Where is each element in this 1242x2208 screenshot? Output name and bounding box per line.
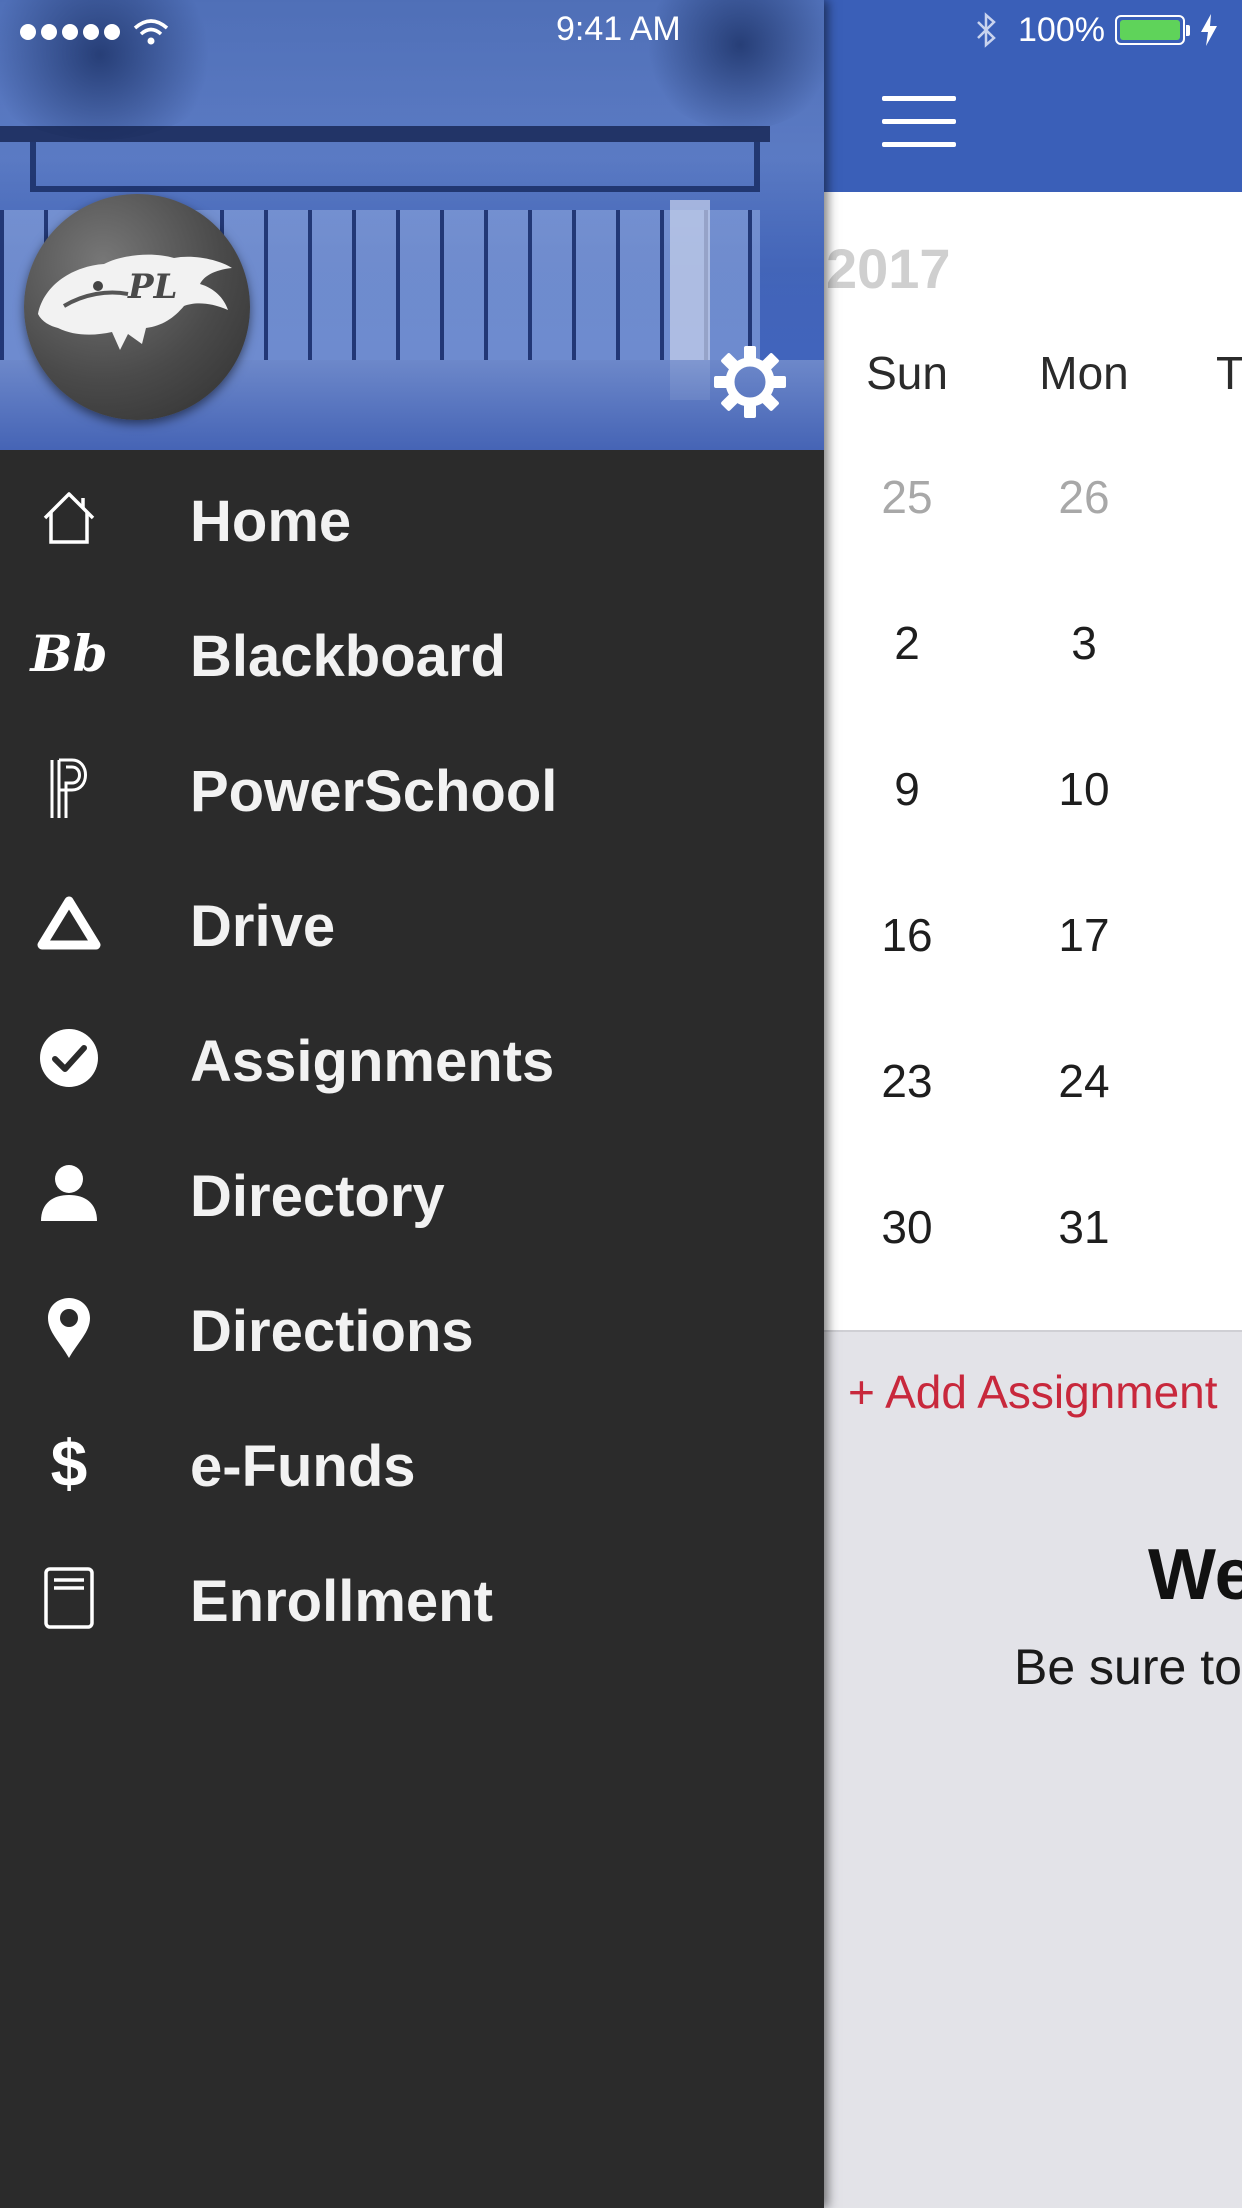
calendar-day[interactable]: 16	[824, 908, 992, 962]
home-icon	[30, 486, 108, 550]
drawer-menu: Home Bb Blackboard PowerSchool Drive Ass…	[0, 450, 824, 1665]
status-bar-left	[20, 12, 169, 52]
charging-bolt-icon	[1200, 14, 1217, 46]
calendar-day[interactable]: 25	[824, 470, 992, 524]
book-icon	[30, 1566, 108, 1630]
calendar-day[interactable]: 23	[824, 1054, 992, 1108]
menu-item-label: Home	[190, 489, 352, 554]
calendar-day[interactable]: 24	[999, 1054, 1169, 1108]
welcome-subtitle: Be sure to	[1014, 1639, 1242, 1695]
menu-item-drive[interactable]: Drive	[0, 855, 824, 990]
calendar-day[interactable]: 30	[824, 1200, 992, 1254]
svg-text:PL: PL	[127, 267, 177, 307]
calendar-year: 2017	[826, 237, 951, 300]
drive-icon	[30, 891, 108, 955]
hamburger-menu-icon[interactable]	[882, 96, 956, 148]
menu-item-label: Enrollment	[190, 1569, 493, 1634]
powerschool-icon	[30, 756, 108, 820]
menu-item-label: Directions	[190, 1299, 474, 1364]
navigation-drawer: 9:41 AM PL Home Bb Blackboard PowerSchoo…	[0, 0, 824, 2208]
menu-item-label: e-Funds	[190, 1434, 416, 1499]
calendar-day[interactable]: 10	[999, 762, 1169, 816]
menu-item-label: Directory	[190, 1164, 445, 1229]
calendar-day[interactable]: 31	[999, 1200, 1169, 1254]
school-logo: PL	[24, 194, 250, 420]
dollar-icon: $	[50, 1426, 88, 1500]
menu-item-label: Assignments	[190, 1029, 555, 1094]
calendar-day[interactable]: 26	[999, 470, 1169, 524]
menu-item-directory[interactable]: Directory	[0, 1125, 824, 1260]
welcome-title: We	[1148, 1535, 1242, 1615]
map-pin-icon	[30, 1296, 108, 1360]
battery-percentage: 100%	[1018, 10, 1105, 49]
wifi-icon	[133, 19, 169, 45]
menu-item-blackboard[interactable]: Bb Blackboard	[0, 585, 824, 720]
weekday-header: Sun	[866, 347, 948, 399]
calendar-day[interactable]: 9	[824, 762, 992, 816]
calendar: 2017 Sun Mon T 25 26 2 3 9 10 16 17 23 2…	[824, 192, 1242, 1332]
calendar-divider	[824, 1330, 1242, 1332]
battery-icon	[1114, 15, 1190, 45]
menu-item-label: PowerSchool	[190, 759, 558, 824]
status-time: 9:41 AM	[556, 10, 681, 48]
bluetooth-icon	[977, 12, 996, 48]
menu-item-enrollment[interactable]: Enrollment	[0, 1530, 824, 1665]
calendar-day[interactable]: 2	[824, 616, 992, 670]
weekday-header: Mon	[1039, 347, 1129, 399]
status-bar-right: 100%	[974, 10, 1219, 50]
blackboard-icon: Bb	[30, 623, 108, 683]
settings-gear-icon[interactable]	[712, 344, 788, 420]
checkmark-circle-icon	[30, 1026, 108, 1090]
menu-item-powerschool[interactable]: PowerSchool	[0, 720, 824, 855]
menu-item-e-funds[interactable]: $ e-Funds	[0, 1395, 824, 1530]
menu-item-assignments[interactable]: Assignments	[0, 990, 824, 1125]
hawk-mascot-icon: PL	[38, 254, 232, 350]
weekday-header: T	[1216, 347, 1242, 399]
person-icon	[30, 1161, 108, 1225]
signal-icon	[20, 24, 36, 40]
drawer-header: 9:41 AM PL	[0, 0, 824, 450]
add-assignment-button[interactable]: + Add Assignment	[848, 1365, 1218, 1419]
menu-item-home[interactable]: Home	[0, 450, 824, 585]
menu-item-label: Drive	[190, 894, 336, 959]
main-panel: 100% 2017 Sun Mon T 25 26 2 3 9 10 16 17…	[824, 0, 1242, 2208]
calendar-day[interactable]: 3	[999, 616, 1169, 670]
menu-item-label: Blackboard	[190, 624, 506, 689]
header-background-image	[0, 126, 770, 142]
top-nav-bar: 100%	[824, 0, 1242, 192]
menu-item-directions[interactable]: Directions	[0, 1260, 824, 1395]
calendar-day[interactable]: 17	[999, 908, 1169, 962]
